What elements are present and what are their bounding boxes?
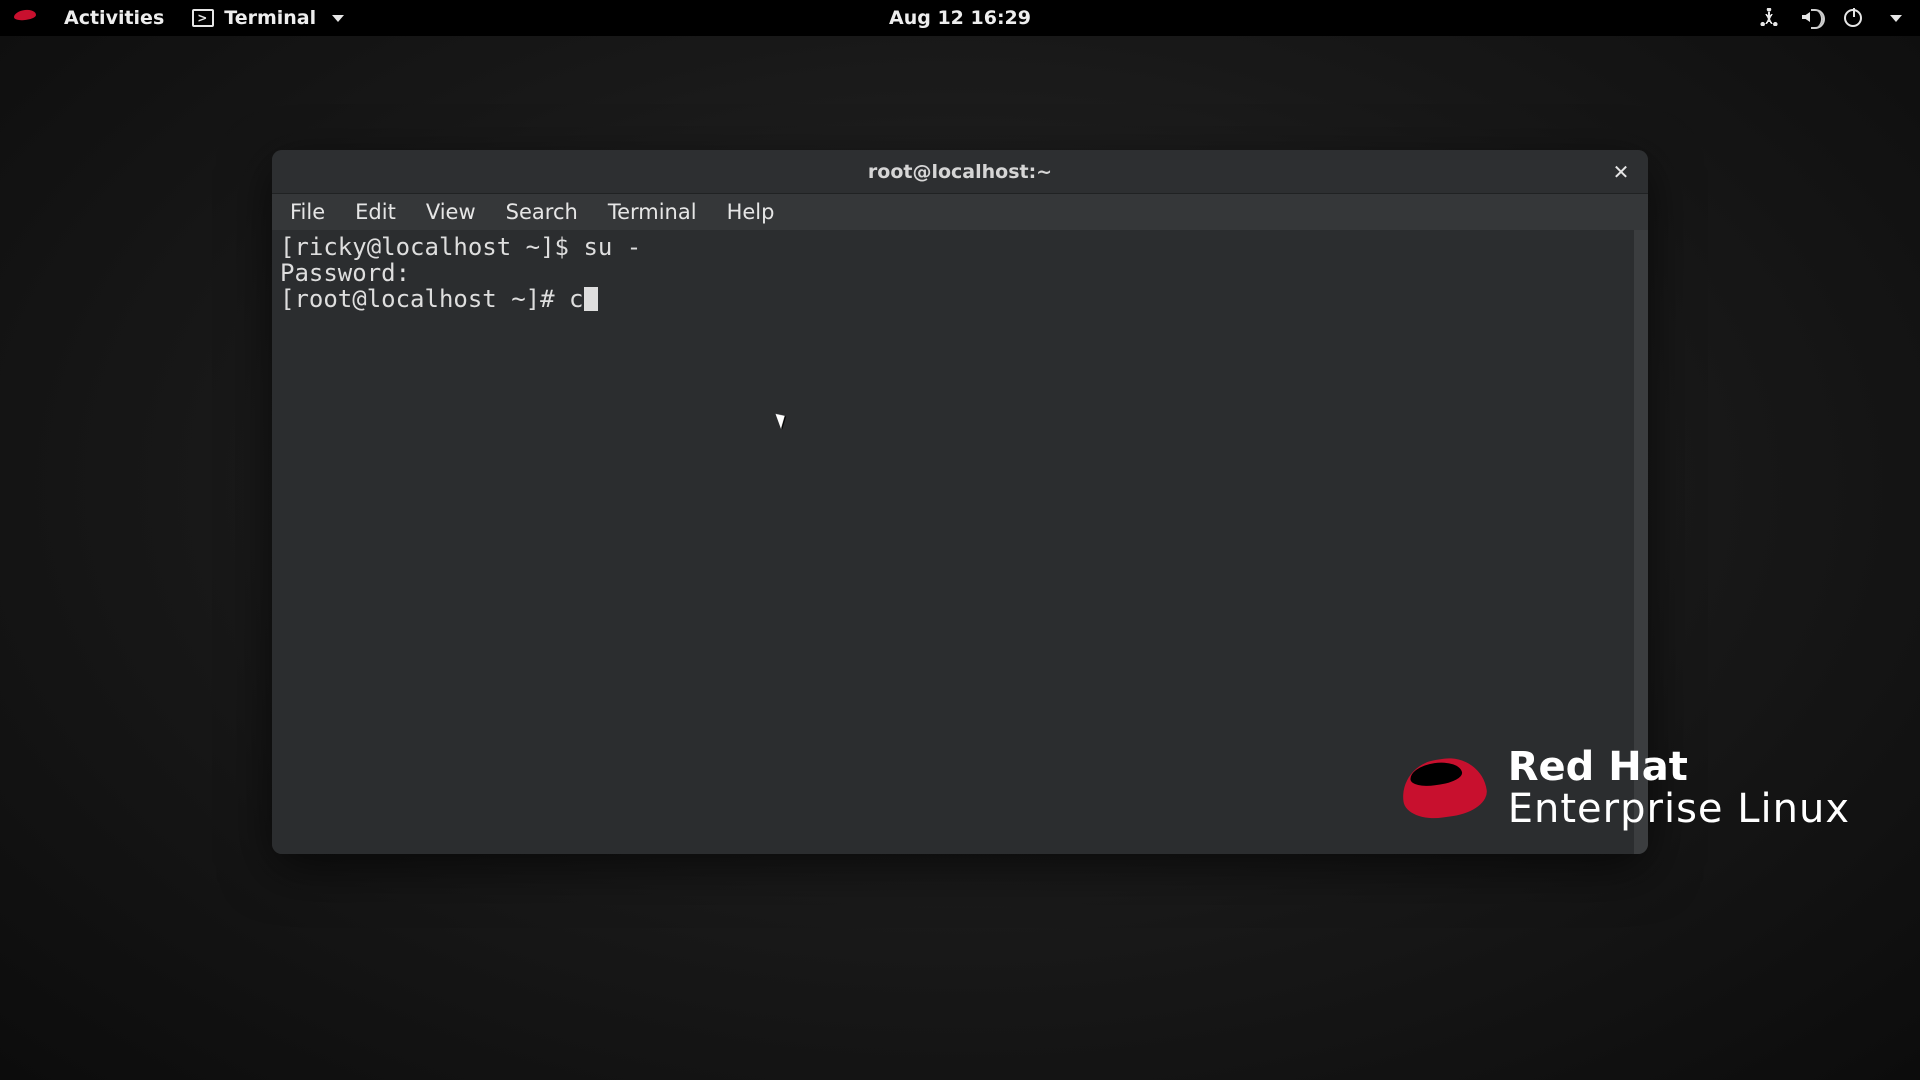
terminal-line: [root@localhost ~]# c — [280, 286, 1626, 312]
activities-button[interactable]: Activities — [64, 7, 164, 29]
chevron-down-icon[interactable] — [1890, 15, 1902, 22]
terminal-cursor — [584, 287, 598, 311]
volume-icon[interactable] — [1802, 8, 1822, 28]
active-app-indicator[interactable]: Terminal — [192, 7, 344, 29]
menu-search[interactable]: Search — [506, 200, 578, 224]
menu-help[interactable]: Help — [727, 200, 775, 224]
distro-hat-icon — [14, 10, 36, 26]
clock[interactable]: Aug 12 16:29 — [889, 7, 1031, 29]
close-icon: ✕ — [1613, 162, 1630, 182]
window-title: root@localhost:~ — [868, 161, 1052, 183]
menu-terminal[interactable]: Terminal — [608, 200, 697, 224]
branding-line2: Enterprise Linux — [1508, 788, 1850, 830]
menu-view[interactable]: View — [426, 200, 476, 224]
terminal-line: Password: — [280, 260, 1626, 286]
branding-line1: Red Hat — [1508, 746, 1850, 788]
terminal-menubar: File Edit View Search Terminal Help — [272, 194, 1648, 230]
terminal-line: [ricky@localhost ~]$ su - — [280, 234, 1626, 260]
network-icon[interactable] — [1760, 8, 1780, 28]
menu-file[interactable]: File — [290, 200, 325, 224]
gnome-topbar: Activities Terminal Aug 12 16:29 — [0, 0, 1920, 36]
terminal-icon — [192, 9, 214, 27]
distro-branding: Red Hat Enterprise Linux — [1402, 746, 1850, 830]
menu-edit[interactable]: Edit — [355, 200, 396, 224]
window-titlebar[interactable]: root@localhost:~ ✕ — [272, 150, 1648, 194]
active-app-name: Terminal — [224, 7, 316, 29]
close-button[interactable]: ✕ — [1608, 159, 1634, 185]
chevron-down-icon — [332, 15, 344, 22]
redhat-logo-icon — [1402, 759, 1486, 817]
power-icon[interactable] — [1844, 9, 1862, 27]
